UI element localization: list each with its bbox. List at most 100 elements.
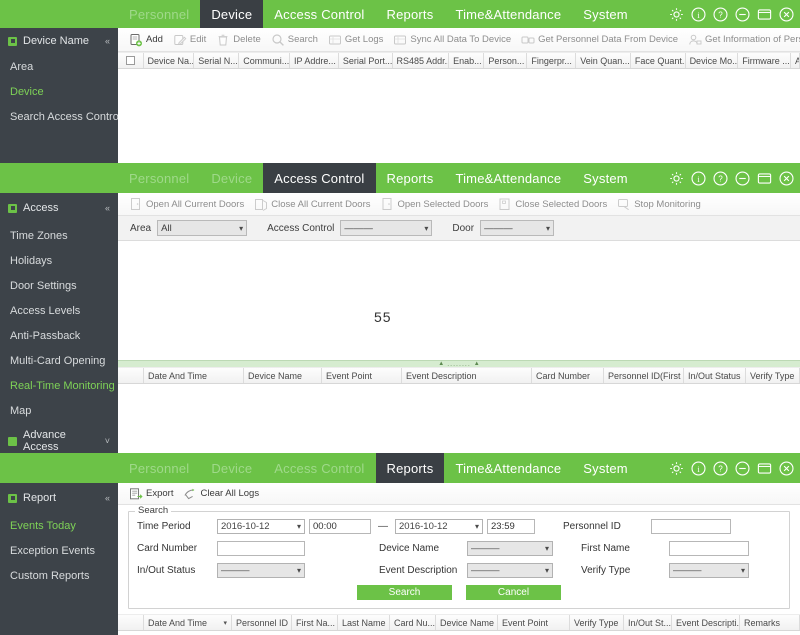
- column-verify-type[interactable]: Verify Type: [746, 368, 800, 383]
- toolbar-close-all-doors-button[interactable]: Close All Current Doors: [249, 193, 375, 215]
- nav-tab-device[interactable]: Device: [200, 0, 264, 28]
- column-card-number[interactable]: Card Number: [532, 368, 604, 383]
- nav-tab-reports[interactable]: Reports: [376, 0, 445, 28]
- column-personnel-id[interactable]: Personnel ID(First ...: [604, 368, 684, 383]
- toolbar-stop-monitoring-button[interactable]: Stop Monitoring: [612, 193, 706, 215]
- nav-tab-personnel[interactable]: Personnel: [118, 0, 200, 28]
- toolbar-open-all-doors-button[interactable]: Open All Current Doors: [124, 193, 249, 215]
- column-device-name[interactable]: Device Name: [244, 368, 322, 383]
- time-from-input[interactable]: 00:00: [309, 519, 371, 534]
- toolbar-sync-all-data-button[interactable]: Sync All Data To Device: [388, 29, 516, 51]
- column-date-and-time[interactable]: Date And Time: [144, 368, 244, 383]
- sidebar-header-device[interactable]: Device Name «: [0, 28, 118, 54]
- toolbar-clear-all-logs-button[interactable]: Clear All Logs: [178, 483, 264, 504]
- chevron-down-icon[interactable]: ˅: [105, 436, 110, 446]
- nav-tab-system[interactable]: System: [572, 0, 639, 28]
- maximize-icon[interactable]: [756, 460, 773, 477]
- column-vein-quantity[interactable]: Vein Quan...: [576, 53, 631, 68]
- column-verify-type[interactable]: Verify Type: [570, 615, 624, 630]
- sidebar-item-exception-events[interactable]: Exception Events: [0, 538, 118, 563]
- sidebar-header-access[interactable]: Access «: [0, 193, 118, 223]
- sidebar-item-search-access-control[interactable]: Search Access Control: [0, 104, 121, 129]
- column-event-description[interactable]: Event Descripti...: [672, 615, 740, 630]
- toolbar-edit-button[interactable]: Edit: [168, 29, 211, 51]
- sidebar-header-report[interactable]: Report «: [0, 483, 118, 513]
- device-name-select[interactable]: ——— ▾: [467, 541, 553, 556]
- column-remarks[interactable]: Remarks: [740, 615, 800, 630]
- sidebar-item-access-levels[interactable]: Access Levels: [0, 298, 118, 323]
- sidebar-header-advance-access[interactable]: Advance Access ˅: [0, 429, 118, 453]
- column-firmware[interactable]: Firmware ...: [738, 53, 791, 68]
- minimize-icon[interactable]: [734, 6, 751, 23]
- help-icon[interactable]: ?: [712, 6, 729, 23]
- column-event-point[interactable]: Event Point: [322, 368, 402, 383]
- nav-tab-system[interactable]: System: [572, 163, 639, 193]
- sidebar-item-real-time-monitoring[interactable]: Real-Time Monitoring: [0, 373, 118, 398]
- filter-access-control-select[interactable]: ——— ▾: [340, 220, 433, 236]
- column-event-description[interactable]: Event Description: [402, 368, 532, 383]
- toolbar-add-button[interactable]: Add: [124, 29, 168, 51]
- toolbar-export-button[interactable]: Export: [124, 483, 178, 504]
- chevron-up-icon[interactable]: «: [105, 493, 110, 503]
- toolbar-close-selected-doors-button[interactable]: Close Selected Doors: [493, 193, 612, 215]
- toolbar-get-personnel-data-button[interactable]: Get Personnel Data From Device: [516, 29, 683, 51]
- grid-splitter-handle[interactable]: ▲ ........ ▲: [118, 360, 800, 368]
- inout-status-select[interactable]: ——— ▾: [217, 563, 305, 578]
- column-enabled[interactable]: Enab...: [449, 53, 485, 68]
- personnel-id-input[interactable]: [651, 519, 731, 534]
- column-device-name[interactable]: Device Na...: [144, 53, 195, 68]
- column-area-name[interactable]: Area Name: [791, 53, 800, 68]
- column-communication[interactable]: Communi...: [239, 53, 291, 68]
- column-fingerprint[interactable]: Fingerpr...: [527, 53, 577, 68]
- card-number-input[interactable]: [217, 541, 305, 556]
- nav-tab-access-control[interactable]: Access Control: [263, 453, 375, 483]
- column-last-name[interactable]: Last Name: [338, 615, 390, 630]
- minimize-icon[interactable]: [734, 460, 751, 477]
- monitoring-table-body[interactable]: [118, 384, 800, 453]
- column-rs485-address[interactable]: RS485 Addr...: [393, 53, 450, 68]
- gear-icon[interactable]: [668, 6, 685, 23]
- column-device-model[interactable]: Device Mo...: [686, 53, 739, 68]
- nav-tab-personnel[interactable]: Personnel: [118, 163, 200, 193]
- nav-tab-access-control[interactable]: Access Control: [263, 0, 375, 28]
- sidebar-item-anti-passback[interactable]: Anti-Passback: [0, 323, 118, 348]
- column-personnel-id[interactable]: Personnel ID: [232, 615, 292, 630]
- chevron-up-icon[interactable]: «: [105, 203, 110, 213]
- nav-tab-personnel[interactable]: Personnel: [118, 453, 200, 483]
- sidebar-item-area[interactable]: Area: [0, 54, 118, 79]
- column-device-name[interactable]: Device Name: [436, 615, 498, 630]
- gear-icon[interactable]: [668, 170, 685, 187]
- event-description-select[interactable]: ——— ▾: [467, 563, 553, 578]
- nav-tab-access-control[interactable]: Access Control: [263, 163, 376, 193]
- first-name-input[interactable]: [669, 541, 749, 556]
- toolbar-get-logs-button[interactable]: Get Logs: [323, 29, 389, 51]
- toolbar-delete-button[interactable]: Delete: [211, 29, 265, 51]
- sidebar-item-multi-card-opening[interactable]: Multi-Card Opening: [0, 348, 118, 373]
- sidebar-item-events-today[interactable]: Events Today: [0, 513, 118, 538]
- verify-type-select[interactable]: ——— ▾: [669, 563, 749, 578]
- column-face-quantity[interactable]: Face Quant...: [631, 53, 686, 68]
- nav-tab-time-attendance[interactable]: Time&Attendance: [444, 453, 572, 483]
- gear-icon[interactable]: [668, 460, 685, 477]
- checkbox-icon[interactable]: [125, 56, 135, 65]
- sort-descending-icon[interactable]: ▾: [223, 619, 227, 627]
- column-first-name[interactable]: First Na...: [292, 615, 338, 630]
- column-inout-status[interactable]: In/Out Status: [684, 368, 746, 383]
- reports-table-body[interactable]: [118, 631, 800, 635]
- sidebar-item-device[interactable]: Device: [0, 79, 118, 104]
- date-from-input[interactable]: 2016-10-12 ▾: [217, 519, 305, 534]
- column-ip-address[interactable]: IP Addre...: [290, 53, 339, 68]
- filter-area-select[interactable]: All ▾: [157, 220, 248, 236]
- maximize-icon[interactable]: [756, 170, 773, 187]
- nav-tab-device[interactable]: Device: [200, 453, 263, 483]
- info-icon[interactable]: i: [690, 170, 707, 187]
- time-to-input[interactable]: 23:59: [487, 519, 535, 534]
- maximize-icon[interactable]: [756, 6, 773, 23]
- nav-tab-time-attendance[interactable]: Time&Attendance: [444, 0, 572, 28]
- nav-tab-time-attendance[interactable]: Time&Attendance: [444, 163, 572, 193]
- column-date-and-time[interactable]: Date And Time ▾: [144, 615, 232, 630]
- column-serial-number[interactable]: Serial N...: [194, 53, 240, 68]
- help-icon[interactable]: ?: [712, 460, 729, 477]
- toolbar-open-selected-doors-button[interactable]: Open Selected Doors: [375, 193, 493, 215]
- close-icon[interactable]: [778, 460, 795, 477]
